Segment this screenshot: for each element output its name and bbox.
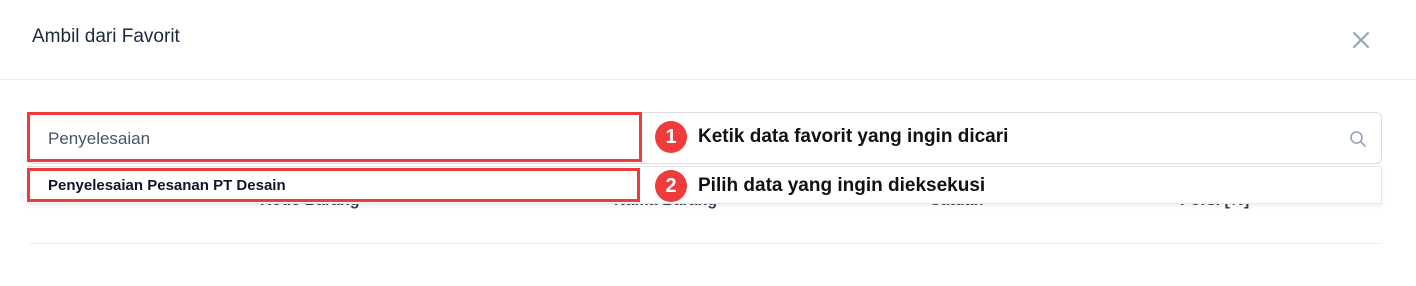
- annotation-callout-2: Pilih data yang ingin dieksekusi: [698, 175, 986, 196]
- suggestion-item[interactable]: Penyelesaian Pesanan PT Desain: [48, 177, 286, 194]
- modal-title: Ambil dari Favorit: [32, 26, 180, 47]
- search-input[interactable]: [48, 127, 628, 151]
- annotation-callout-1: Ketik data favorit yang ingin dicari: [698, 126, 1009, 147]
- modal-header: Ambil dari Favorit: [0, 0, 1416, 80]
- annotation-badge-1: 1: [655, 121, 687, 153]
- search-icon[interactable]: [1349, 130, 1367, 148]
- annotation-badge-2: 2: [655, 170, 687, 202]
- close-icon[interactable]: [1350, 29, 1372, 51]
